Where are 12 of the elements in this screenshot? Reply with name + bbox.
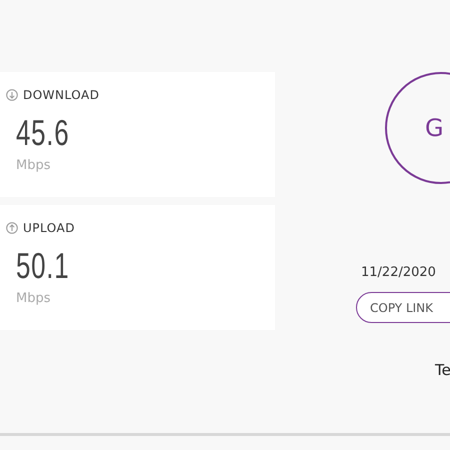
metric-label: DOWNLOAD (23, 88, 100, 102)
unit-label: Mbps (16, 158, 50, 173)
download-arrow-icon (6, 89, 18, 101)
go-button[interactable]: G (385, 72, 450, 184)
test-date: 11/22/2020 (361, 265, 437, 280)
footer-text: Te (435, 361, 450, 379)
speed-value: 45.6 (16, 112, 70, 154)
metric-label: UPLOAD (23, 221, 75, 235)
upload-arrow-icon (6, 222, 18, 234)
copy-link-button[interactable]: COPY LINK (356, 292, 450, 323)
speed-value: 50.1 (16, 245, 70, 287)
unit-label: Mbps (16, 291, 50, 306)
